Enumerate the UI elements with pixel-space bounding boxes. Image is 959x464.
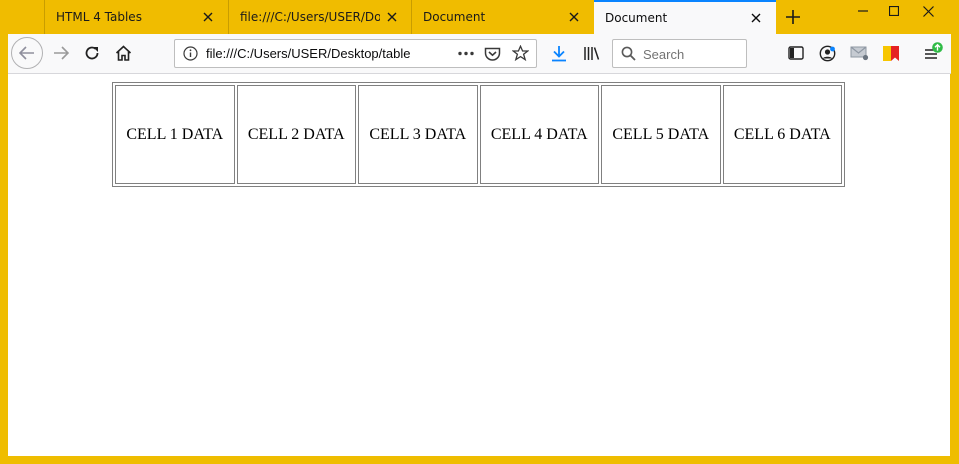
search-icon <box>621 46 636 66</box>
search-input[interactable] <box>643 46 741 62</box>
update-badge-icon <box>932 40 943 58</box>
tab-label: HTML 4 Tables <box>56 10 142 24</box>
maximize-icon <box>889 6 899 16</box>
forward-arrow-icon <box>54 46 69 60</box>
home-button[interactable] <box>110 39 136 67</box>
close-icon[interactable] <box>196 5 220 29</box>
address-bar[interactable]: file:///C:/Users/USER/Desktop/table <box>174 39 537 68</box>
library-icon <box>583 46 599 60</box>
tab-label: file:///C:/Users/USER/Documents <box>240 10 380 24</box>
close-icon <box>922 5 934 17</box>
tab-strip: HTML 4 Tables file:///C:/Users/USER/Docu… <box>0 0 959 34</box>
close-window-button[interactable] <box>913 0 943 22</box>
table-cell: CELL 3 DATA <box>358 85 478 184</box>
home-icon <box>115 45 131 61</box>
minimize-icon <box>858 10 868 12</box>
table-cell: CELL 6 DATA <box>722 85 842 184</box>
forward-button[interactable] <box>48 39 74 67</box>
back-button[interactable] <box>11 37 43 69</box>
close-icon[interactable] <box>380 5 404 29</box>
tab-html4-tables[interactable]: HTML 4 Tables <box>44 0 228 34</box>
close-icon[interactable] <box>562 5 586 29</box>
page-content: CELL 1 DATA CELL 2 DATA CELL 3 DATA CELL… <box>8 74 950 456</box>
plus-icon <box>786 10 800 24</box>
flag-extension-icon <box>883 45 899 61</box>
sidebar-button[interactable] <box>783 39 809 67</box>
download-arrow-icon <box>552 45 566 61</box>
table-cell: CELL 2 DATA <box>236 85 356 184</box>
table-cell: CELL 4 DATA <box>479 85 599 184</box>
pocket-icon[interactable] <box>484 46 501 67</box>
table-cell: CELL 1 DATA <box>115 85 235 184</box>
table-cell: CELL 5 DATA <box>601 85 721 184</box>
downloads-button[interactable] <box>546 39 572 67</box>
extension-button[interactable] <box>878 39 904 67</box>
page-actions-icon[interactable] <box>457 46 475 66</box>
info-icon[interactable] <box>183 46 198 66</box>
search-box[interactable] <box>612 39 747 68</box>
tab-file[interactable]: file:///C:/Users/USER/Documents <box>228 0 412 34</box>
mail-icon <box>850 46 868 61</box>
mail-button[interactable] <box>846 39 872 67</box>
tab-label: Document <box>605 11 668 25</box>
close-icon[interactable] <box>744 6 768 30</box>
new-tab-button[interactable] <box>780 5 806 29</box>
tab-document[interactable]: Document <box>411 0 594 34</box>
library-button[interactable] <box>578 39 604 67</box>
tab-document-active[interactable]: Document <box>594 0 776 34</box>
reload-button[interactable] <box>79 39 105 67</box>
account-button[interactable] <box>814 39 840 67</box>
url-text[interactable]: file:///C:/Users/USER/Desktop/table <box>206 46 421 61</box>
reload-icon <box>85 46 99 60</box>
maximize-button[interactable] <box>879 0 909 22</box>
menu-button[interactable] <box>918 39 944 67</box>
tab-label: Document <box>423 10 486 24</box>
minimize-button[interactable] <box>848 0 878 22</box>
account-icon <box>819 45 835 61</box>
navigation-toolbar: file:///C:/Users/USER/Desktop/table <box>8 34 951 74</box>
bookmark-star-icon[interactable] <box>511 44 530 67</box>
table-row: CELL 1 DATA CELL 2 DATA CELL 3 DATA CELL… <box>115 85 842 184</box>
back-arrow-icon <box>19 46 34 60</box>
sidebar-icon <box>788 46 804 60</box>
data-table: CELL 1 DATA CELL 2 DATA CELL 3 DATA CELL… <box>112 82 845 187</box>
